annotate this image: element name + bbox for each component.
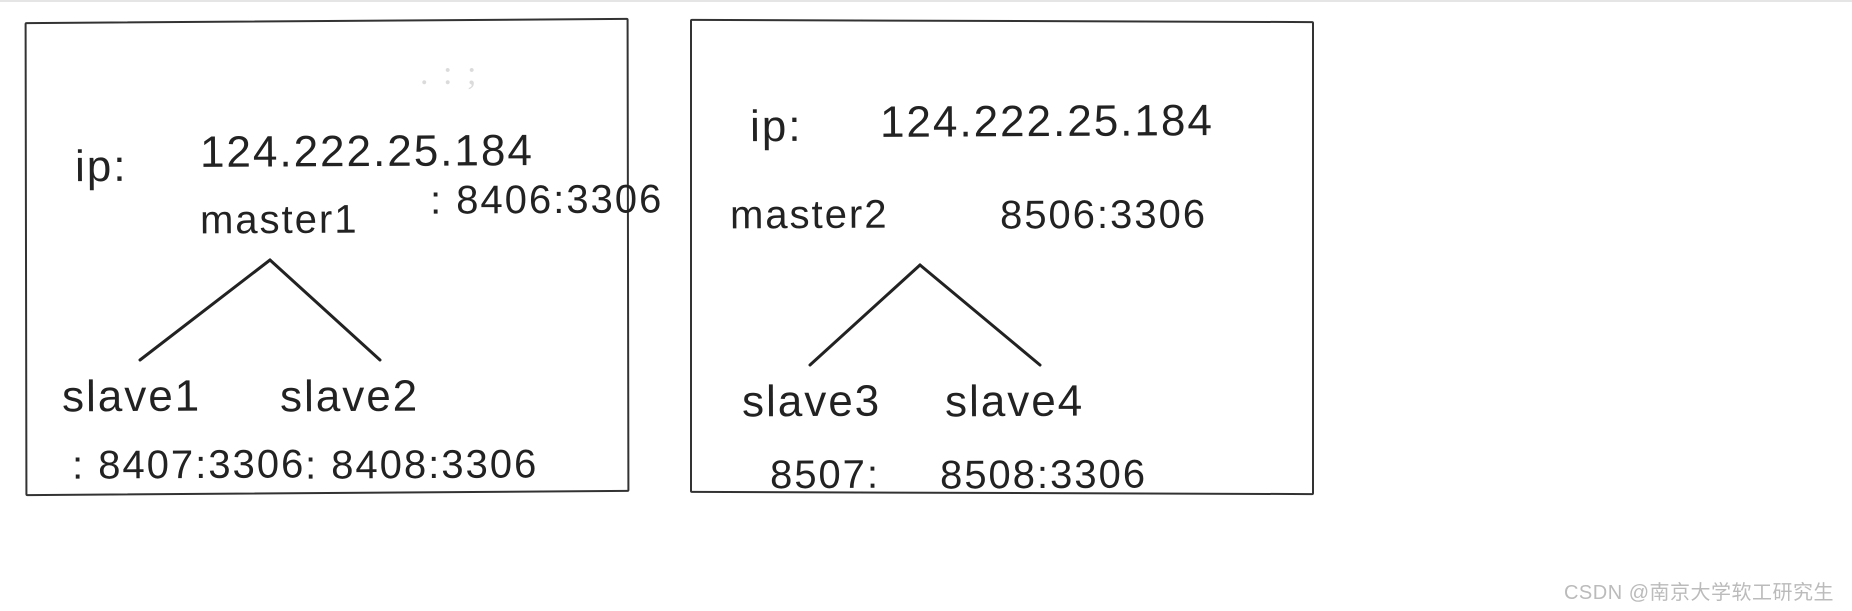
diagram-box-left [25, 18, 630, 496]
slave1-label: slave1 [62, 375, 201, 420]
slave2-label: slave2 [280, 375, 419, 420]
ip-label-left: ip: [75, 145, 128, 189]
slave4-label: slave4 [945, 380, 1084, 425]
slave3-port: 8507: [770, 455, 880, 496]
slave2-port: : 8408:3306 [305, 444, 539, 485]
master2-port: 8506:3306 [1000, 194, 1207, 235]
slave1-port: : 8407:3306 [72, 444, 306, 485]
watermark: CSDN @南京大学软工研究生 [1564, 576, 1834, 605]
top-separator [0, 0, 1852, 2]
ip-value-right: 124.222.25.184 [880, 99, 1214, 145]
master1-label: master1 [200, 200, 359, 241]
master2-label: master2 [730, 195, 889, 236]
ip-value-left: 124.222.25.184 [200, 129, 534, 175]
ip-label-right: ip: [750, 105, 803, 149]
scribble-left: . : ; [420, 55, 479, 93]
slave4-port: 8508:3306 [940, 454, 1147, 495]
master1-port: : 8406:3306 [430, 179, 664, 220]
slave3-label: slave3 [742, 380, 881, 425]
